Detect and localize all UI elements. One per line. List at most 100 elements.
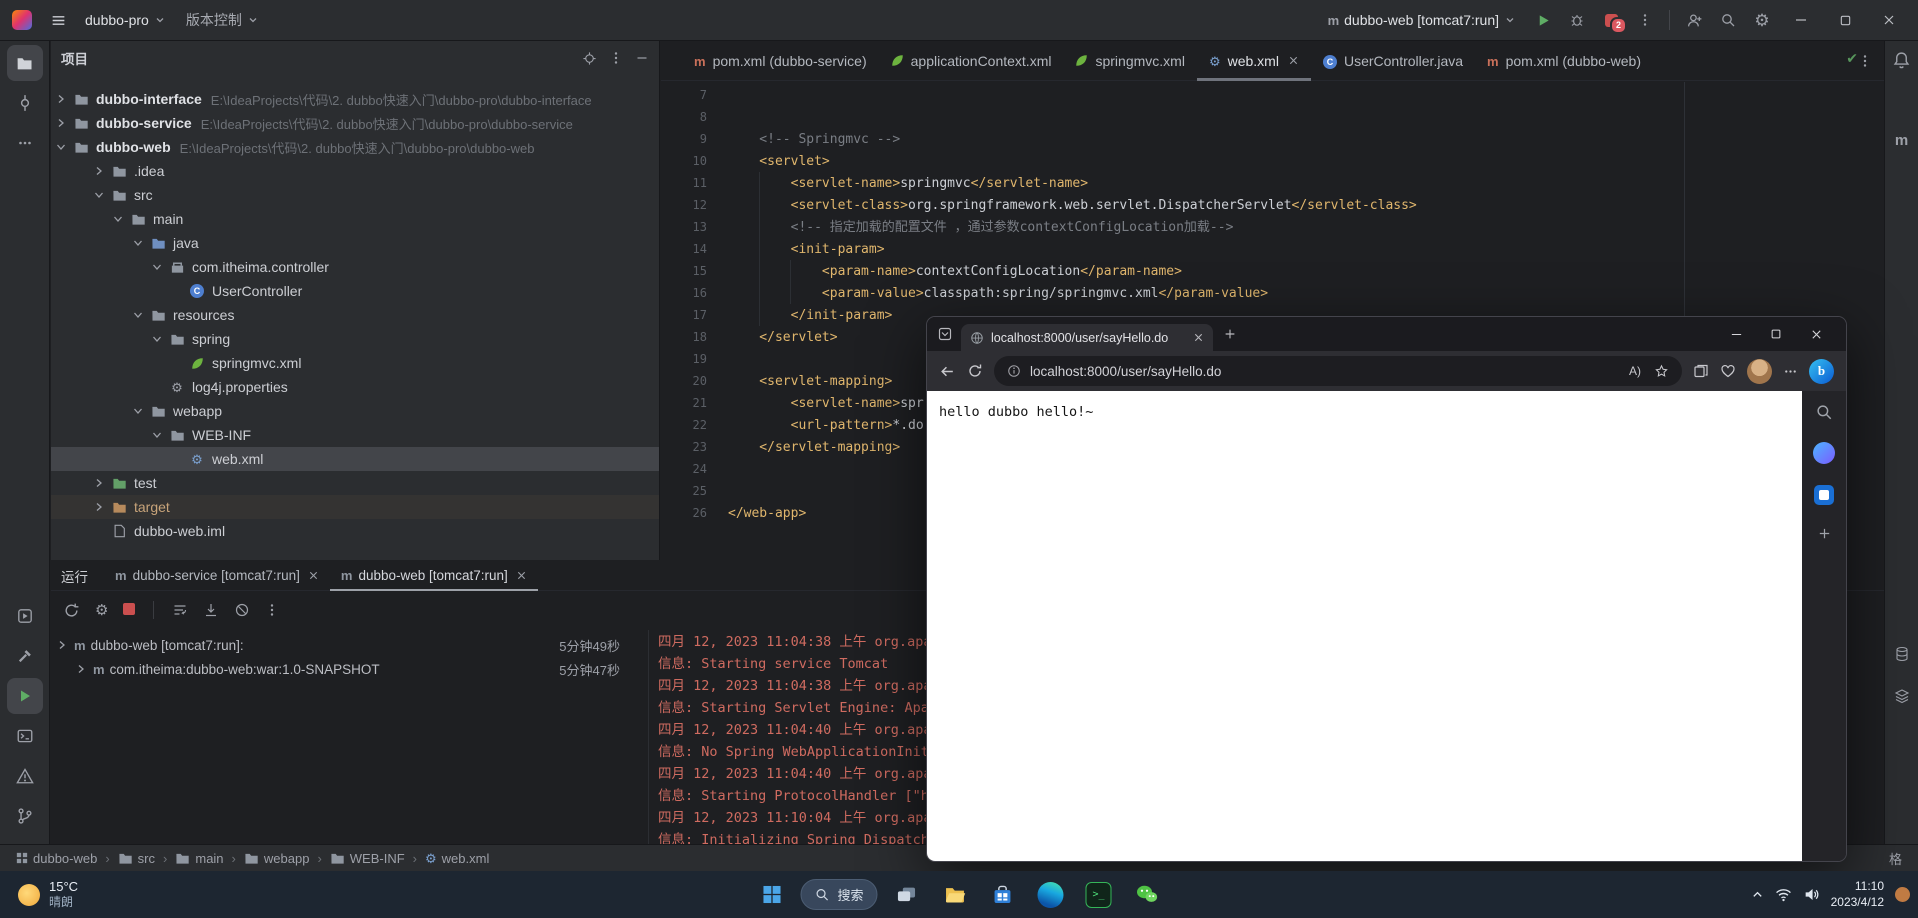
site-info-icon[interactable] xyxy=(1007,364,1021,378)
notification-badge[interactable] xyxy=(1895,887,1910,902)
settings-gear-icon[interactable]: ⚙ xyxy=(1746,4,1778,36)
vcs-widget[interactable]: 版本控制 xyxy=(177,5,268,35)
locate-file-icon[interactable] xyxy=(582,51,597,66)
project-tree-item-java[interactable]: java xyxy=(51,231,659,255)
read-aloud-icon[interactable]: A) xyxy=(1629,364,1641,378)
scroll-to-end-icon[interactable] xyxy=(203,602,219,618)
ide-minimize-button[interactable] xyxy=(1780,0,1822,41)
editor-tab-usercontroller-java[interactable]: C UserController.java xyxy=(1311,41,1475,80)
tray-expand-icon[interactable] xyxy=(1751,888,1764,901)
weather-widget[interactable]: 15°C 晴朗 xyxy=(10,871,86,918)
project-tree-item-test[interactable]: test xyxy=(51,471,659,495)
project-tool-button[interactable] xyxy=(6,45,43,81)
chevron-down-icon[interactable] xyxy=(108,212,128,226)
wechat-button[interactable] xyxy=(1128,876,1166,914)
project-widget[interactable]: dubbo-pro xyxy=(76,5,175,35)
project-tree-item-resources[interactable]: resources xyxy=(51,303,659,327)
breadcrumb-item-src[interactable]: src xyxy=(118,851,155,866)
terminal-app-button[interactable]: >_ xyxy=(1080,876,1118,914)
build-tool-button[interactable] xyxy=(7,638,43,674)
project-tree-item-com-itheima-controller[interactable]: com.itheima.controller xyxy=(51,255,659,279)
services-tool-button[interactable] xyxy=(7,598,43,634)
chevron-down-icon[interactable] xyxy=(147,260,167,274)
start-button[interactable] xyxy=(752,876,790,914)
breadcrumb-item-web-inf[interactable]: WEB-INF xyxy=(330,851,405,866)
editor-tab-pom-xml-dubbo-service[interactable]: m pom.xml (dubbo-service) xyxy=(682,41,879,80)
editor-tab-applicationcontext-xml[interactable]: applicationContext.xml xyxy=(879,41,1064,80)
browser-essentials-icon[interactable] xyxy=(1720,363,1736,379)
chevron-down-icon[interactable] xyxy=(128,404,148,418)
microsoft-store-button[interactable] xyxy=(984,876,1022,914)
back-icon[interactable] xyxy=(939,363,956,380)
browser-close-button[interactable] xyxy=(1796,317,1836,351)
project-tree-item-usercontroller[interactable]: C UserController xyxy=(51,279,659,303)
tab-actions-icon[interactable] xyxy=(937,326,953,342)
network-icon[interactable] xyxy=(1775,886,1792,903)
address-bar[interactable]: localhost:8000/user/sayHello.do A) xyxy=(994,356,1682,386)
project-tree-item-src[interactable]: src xyxy=(51,183,659,207)
notifications-tool-button[interactable] xyxy=(1887,45,1917,75)
editor-tab-pom-xml-dubbo-web[interactable]: m pom.xml (dubbo-web) xyxy=(1475,41,1653,80)
project-tree-item-dubbo-web[interactable]: dubbo-web E:\IdeaProjects\代码\2. dubbo快速入门… xyxy=(51,135,659,159)
browser-tab[interactable]: localhost:8000/user/sayHello.do xyxy=(961,324,1213,351)
chevron-down-icon[interactable] xyxy=(147,428,167,442)
project-tree-item-web-xml[interactable]: ⚙ web.xml xyxy=(51,447,659,471)
project-tree-item-main[interactable]: main xyxy=(51,207,659,231)
clear-output-icon[interactable] xyxy=(234,602,250,618)
inspections-ok-icon[interactable]: ✔ xyxy=(1846,50,1858,67)
edge-button[interactable] xyxy=(1032,876,1070,914)
hide-panel-icon[interactable] xyxy=(635,51,649,65)
soft-wrap-icon[interactable] xyxy=(172,602,188,618)
chevron-right-icon[interactable] xyxy=(89,476,109,490)
debug-button[interactable] xyxy=(1561,4,1593,36)
rerun-icon[interactable] xyxy=(63,602,80,619)
project-tree-item-idea[interactable]: .idea xyxy=(51,159,659,183)
chevron-right-icon[interactable] xyxy=(89,500,109,514)
code-with-me-icon[interactable] xyxy=(1678,4,1710,36)
problems-tool-button[interactable] xyxy=(7,758,43,794)
console-options-icon[interactable] xyxy=(265,603,279,617)
layers-tool-button[interactable] xyxy=(1887,681,1917,711)
run-tree-node-dubbo-web-tomcat7-run[interactable]: m dubbo-web [tomcat7:run]: 5分钟49秒 xyxy=(51,633,630,657)
breadcrumb-item-main[interactable]: main xyxy=(175,851,224,866)
project-tree-item-dubbo-service[interactable]: dubbo-service E:\IdeaProjects\代码\2. dubbo… xyxy=(51,111,659,135)
commit-tool-button[interactable] xyxy=(7,85,43,121)
url-text[interactable]: localhost:8000/user/sayHello.do xyxy=(1030,364,1221,379)
run-button[interactable] xyxy=(1527,4,1559,36)
chevron-down-icon[interactable] xyxy=(128,308,148,322)
project-tree-item-target[interactable]: target xyxy=(51,495,659,519)
taskbar-search[interactable]: 搜索 xyxy=(800,879,878,910)
clock-widget[interactable]: 11:10 2023/4/12 xyxy=(1831,879,1884,910)
tab-close-icon[interactable] xyxy=(1193,332,1204,343)
project-tree-item-webapp[interactable]: webapp xyxy=(51,399,659,423)
database-tool-button[interactable] xyxy=(1887,639,1917,669)
browser-menu-icon[interactable] xyxy=(1783,364,1798,379)
chevron-down-icon[interactable] xyxy=(128,236,148,250)
chevron-right-icon[interactable] xyxy=(51,116,71,130)
new-tab-icon[interactable] xyxy=(1223,327,1237,341)
close-tab-icon[interactable] xyxy=(516,570,527,581)
sidebar-add-icon[interactable] xyxy=(1817,526,1832,541)
chevron-down-icon[interactable] xyxy=(51,140,71,154)
terminal-tool-button[interactable] xyxy=(7,718,43,754)
chevron-right-icon[interactable] xyxy=(74,662,88,676)
more-tool-windows-button[interactable] xyxy=(7,125,43,161)
run-tree-node-com-itheima-dubbo-web-war-1-0-snapshot[interactable]: m com.itheima:dubbo-web:war:1.0-SNAPSHOT 5… xyxy=(51,657,630,681)
chevron-right-icon[interactable] xyxy=(55,638,69,652)
chevron-right-icon[interactable] xyxy=(89,164,109,178)
edit-configuration-icon[interactable]: ⚙ xyxy=(95,602,108,618)
sidebar-search-icon[interactable] xyxy=(1815,403,1833,421)
sidebar-discover-icon[interactable] xyxy=(1813,442,1835,464)
panel-options-icon[interactable] xyxy=(609,51,623,65)
project-tree-item-dubbo-web-iml[interactable]: dubbo-web.iml xyxy=(51,519,659,543)
profile-avatar[interactable] xyxy=(1747,358,1772,384)
project-tree-item-springmvc-xml[interactable]: springmvc.xml xyxy=(51,351,659,375)
close-tab-icon[interactable] xyxy=(308,570,319,581)
stop-process-icon[interactable] xyxy=(123,602,136,618)
browser-minimize-button[interactable] xyxy=(1716,317,1756,351)
ide-close-button[interactable] xyxy=(1868,0,1910,41)
project-tree-item-log4j-properties[interactable]: ⚙ log4j.properties xyxy=(51,375,659,399)
version-control-tool-button[interactable] xyxy=(7,798,43,834)
favorite-star-icon[interactable] xyxy=(1654,364,1669,379)
project-tree-item-web-inf[interactable]: WEB-INF xyxy=(51,423,659,447)
